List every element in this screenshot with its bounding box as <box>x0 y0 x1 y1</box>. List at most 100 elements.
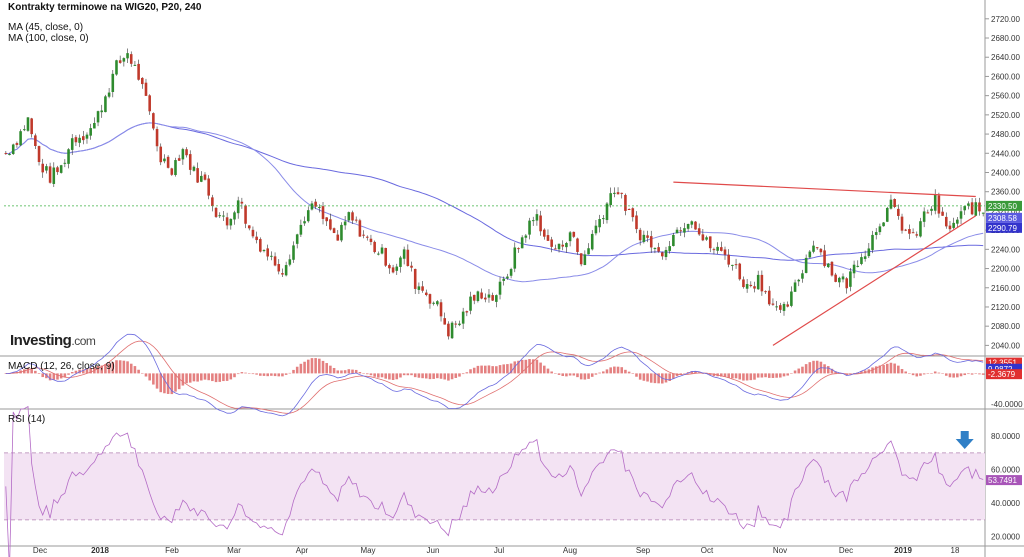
candle <box>775 306 778 308</box>
macd-histogram-bar <box>126 361 129 374</box>
candle <box>590 233 594 250</box>
macd-histogram-bar <box>476 365 480 374</box>
candle <box>115 60 118 75</box>
macd-histogram-bar <box>137 369 140 374</box>
candle <box>815 247 819 249</box>
macd-histogram-bar <box>487 365 491 374</box>
x-tick-label: Dec <box>839 546 853 555</box>
macd-histogram-bar <box>417 373 421 378</box>
macd-tick-label: -40.0000 <box>991 400 1023 409</box>
candle <box>686 224 690 229</box>
candle <box>192 166 196 171</box>
macd-histogram-bar <box>218 373 222 382</box>
candle <box>631 208 635 218</box>
candle <box>240 201 244 204</box>
macd-histogram-bar <box>181 373 185 386</box>
macd-histogram-bar <box>919 373 922 376</box>
macd-histogram-bar <box>933 371 937 374</box>
macd-histogram-bar <box>222 373 225 382</box>
candle <box>196 168 199 183</box>
macd-histogram-bar <box>646 373 649 382</box>
candle <box>661 252 664 257</box>
macd-histogram-bar <box>321 360 325 374</box>
macd-histogram-bar <box>963 373 967 376</box>
candle <box>705 237 708 240</box>
macd-histogram-bar <box>325 363 328 374</box>
candle <box>738 263 742 280</box>
macd-histogram-bar <box>731 373 734 379</box>
candle <box>122 58 126 62</box>
macd-histogram-bar <box>211 373 214 382</box>
macd-histogram-bar <box>207 373 210 381</box>
candle <box>480 292 483 299</box>
y-tick-label: 2160.00 <box>991 284 1020 293</box>
candle <box>642 234 646 242</box>
macd-histogram-bar <box>225 373 229 381</box>
trendline-upper <box>673 181 976 198</box>
y-tick-label: 2080.00 <box>991 322 1020 331</box>
macd-histogram-bar <box>738 373 742 380</box>
candle <box>753 286 756 289</box>
macd-histogram-bar <box>284 373 288 375</box>
candle <box>306 210 310 222</box>
macd-histogram-bar <box>745 373 749 381</box>
macd-histogram-bar <box>469 369 472 374</box>
macd-histogram-bar <box>443 373 447 380</box>
macd-label: MACD (12, 26, close, 9) <box>8 361 115 372</box>
candle <box>919 221 922 237</box>
candle <box>900 216 904 231</box>
candle <box>771 303 775 305</box>
candle <box>491 295 494 301</box>
candle <box>424 292 428 296</box>
x-tick-label: Apr <box>296 546 309 555</box>
macd-histogram-bar <box>384 373 387 379</box>
candle <box>325 217 328 222</box>
candle <box>303 221 306 224</box>
candle <box>82 136 85 141</box>
macd-histogram-bar <box>270 373 273 376</box>
macd-histogram-bar <box>483 365 487 374</box>
macd-histogram-bar <box>273 373 277 377</box>
macd-histogram-bar <box>343 370 347 374</box>
macd-histogram-bar <box>188 373 192 383</box>
x-tick-label: Sep <box>636 546 651 555</box>
candle <box>697 228 701 235</box>
candle <box>56 167 59 173</box>
candle <box>808 251 812 258</box>
candle <box>624 194 627 211</box>
x-tick-label: Oct <box>701 546 714 555</box>
candle <box>447 323 450 337</box>
candle <box>561 244 565 247</box>
candle <box>970 202 974 215</box>
candle <box>19 131 22 146</box>
legend-ma45: MA (45, close, 0) <box>8 22 84 33</box>
candle <box>967 203 970 206</box>
macd-histogram-bar <box>922 373 926 375</box>
candle <box>978 202 981 212</box>
candle <box>166 156 170 168</box>
macd-histogram-bar <box>900 369 904 374</box>
candle <box>749 284 753 287</box>
candle <box>41 163 45 173</box>
rsi-tick-label: 40.0000 <box>991 499 1020 508</box>
y-tick-label: 2400.00 <box>991 168 1020 177</box>
x-tick-label: Mar <box>227 546 241 555</box>
candle <box>159 146 163 163</box>
candle <box>841 276 845 280</box>
candle <box>790 291 793 306</box>
macd-histogram-bar <box>277 373 281 377</box>
macd-histogram-bar <box>779 373 782 378</box>
candle <box>188 154 192 170</box>
candle <box>690 221 694 225</box>
macd-histogram-bar <box>52 373 56 380</box>
macd-histogram-bar <box>764 373 767 378</box>
macd-histogram-bar <box>756 373 760 378</box>
macd-histogram-bar <box>115 360 118 374</box>
macd-histogram-bar <box>793 370 797 374</box>
candle <box>598 219 601 228</box>
macd-histogram-bar <box>605 369 609 374</box>
candle <box>528 220 531 235</box>
macd-histogram-bar <box>259 373 262 376</box>
candle <box>804 257 808 273</box>
macd-histogram-bar <box>616 366 620 374</box>
